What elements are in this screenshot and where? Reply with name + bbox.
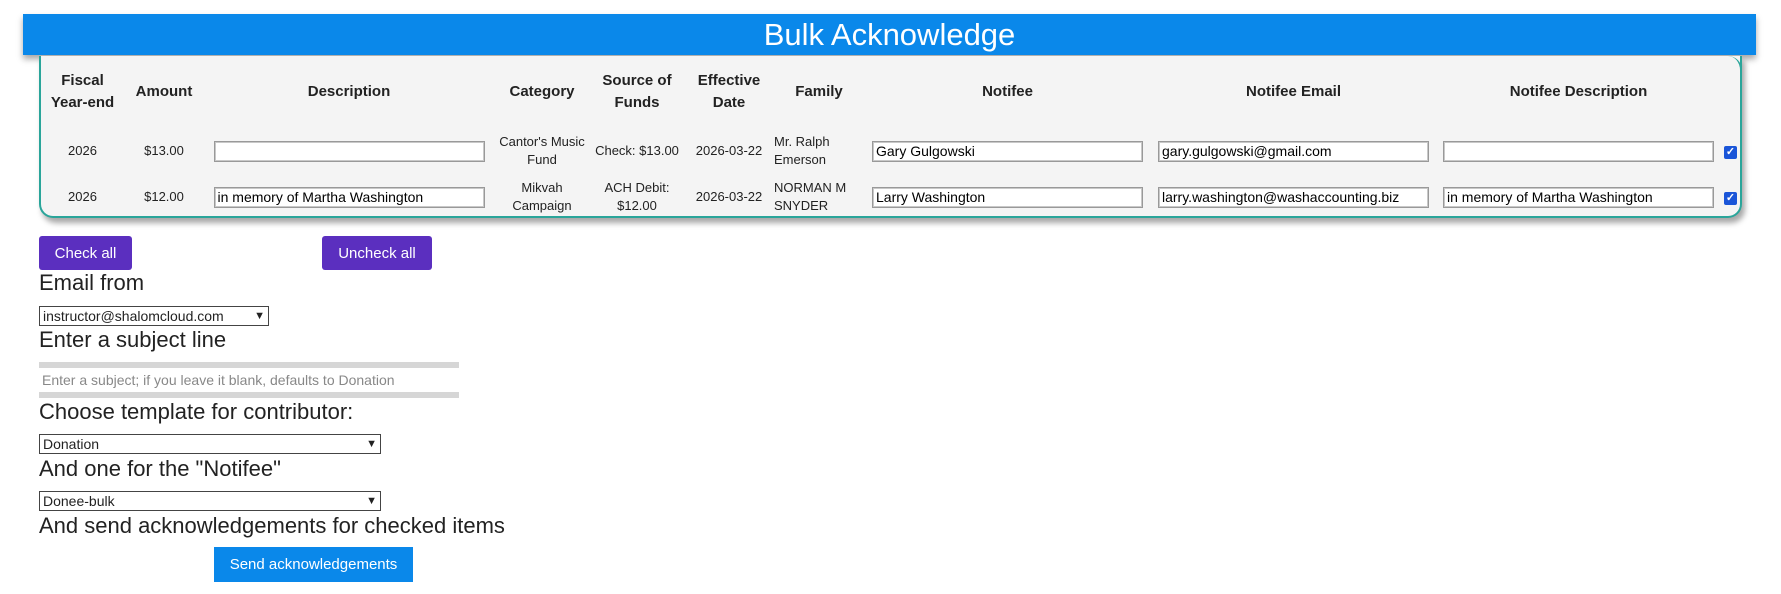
cell-notifee [864,128,1151,174]
cell-source-of-funds: Check: $13.00 [595,143,679,158]
cell-description [204,174,494,220]
cell-fiscal-year-end: 2026 [68,189,97,204]
check-all-button[interactable]: Check all [39,236,132,270]
notifee-template-label: And one for the "Notifee" [39,456,281,481]
subject-field-wrap [39,362,459,398]
uncheck-all-button[interactable]: Uncheck all [322,236,432,270]
notifee-description-input[interactable] [1443,140,1714,162]
header-description: Description [307,83,391,100]
notifee-input[interactable] [872,140,1143,162]
cell-family: NORMAN M SNYDER [774,180,847,213]
notifee-template-value: Donee-bulk [43,493,115,509]
description-input[interactable] [213,140,485,162]
contributor-template-select[interactable]: Donation ▼ [39,434,381,454]
email-from-select[interactable]: instructor@shalomcloud.com ▼ [39,306,269,326]
notifee-email-input[interactable] [1158,186,1429,208]
chevron-down-icon: ▼ [366,438,377,450]
cell-notifee [864,174,1151,220]
row-checkbox[interactable]: ✓ [1724,146,1737,159]
cell-notifee-email [1151,174,1436,220]
notifee-input[interactable] [872,186,1143,208]
email-from-label: Email from [39,270,145,295]
subject-label: Enter a subject line [39,327,227,352]
table-row: 2026 $12.00 Mikvah Campaign ACH Debit: $… [41,174,1740,220]
header-source-of-funds: Source of Funds [602,72,672,111]
notifee-email-input[interactable] [1158,140,1429,162]
contributor-template-value: Donation [43,436,100,452]
contributor-template-label: Choose template for contributor: [39,399,354,424]
cell-fiscal-year-end: 2026 [68,143,97,158]
cell-amount: $12.00 [144,189,184,204]
cell-amount: $13.00 [144,143,184,158]
cell-effective-date: 2026-03-22 [695,189,763,204]
header-fiscal-year-end: Fiscal Year-end [50,72,115,111]
header-family: Family [795,83,843,100]
header-effective-date: Effective Date [697,72,761,111]
header-category: Category [509,83,575,100]
header-checkbox [1721,56,1740,128]
send-label: And send acknowledgements for checked it… [39,513,505,538]
header-amount: Amount [135,83,193,100]
cell-category: Mikvah Campaign [512,180,572,213]
cell-effective-date: 2026-03-22 [695,143,763,158]
acknowledgements-table-panel: Fiscal Year-end Amount Description Categ… [39,56,1742,218]
cell-notifee-description [1436,128,1721,174]
row-checkbox[interactable]: ✓ [1724,192,1737,205]
table-header-row: Fiscal Year-end Amount Description Categ… [41,56,1740,128]
cell-notifee-email [1151,128,1436,174]
cell-checkbox: ✓ [1721,128,1740,174]
cell-notifee-description [1436,174,1721,220]
chevron-down-icon: ▼ [254,310,265,322]
table-row: 2026 $13.00 Cantor's Music Fund Check: $… [41,128,1740,174]
acknowledgements-table: Fiscal Year-end Amount Description Categ… [41,56,1740,220]
email-from-value: instructor@shalomcloud.com [43,308,224,324]
cell-description [204,128,494,174]
subject-input[interactable] [39,368,459,392]
cell-source-of-funds: ACH Debit: $12.00 [604,180,670,213]
header-notifee: Notifee [982,83,1033,100]
send-acknowledgements-button[interactable]: Send acknowledgements [214,547,413,582]
notifee-template-select[interactable]: Donee-bulk ▼ [39,491,381,511]
chevron-down-icon: ▼ [366,495,377,507]
cell-checkbox: ✓ [1721,174,1740,220]
description-input[interactable] [213,186,485,208]
notifee-description-input[interactable] [1443,186,1714,208]
cell-category: Cantor's Music Fund [499,134,585,167]
cell-family: Mr. Ralph Emerson [774,134,830,167]
header-notifee-description: Notifee Description [1509,83,1648,100]
page-title: Bulk Acknowledge [23,14,1756,55]
header-notifee-email: Notifee Email [1245,83,1342,100]
